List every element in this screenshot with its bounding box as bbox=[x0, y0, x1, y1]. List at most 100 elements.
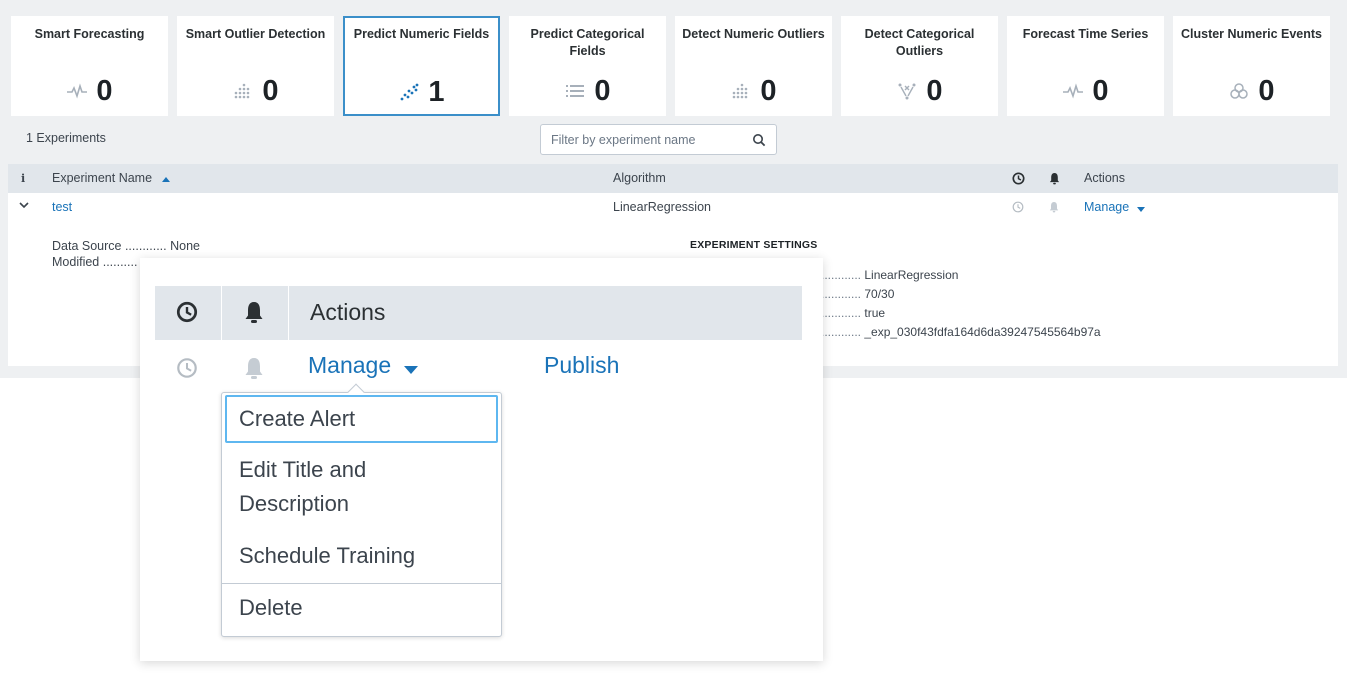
actions-column-header: Actions bbox=[310, 299, 386, 325]
data-source-value: None bbox=[170, 239, 201, 253]
tile-count: 1 bbox=[428, 76, 445, 108]
tile-title: Cluster Numeric Events bbox=[1180, 27, 1323, 41]
caret-down-icon bbox=[1136, 201, 1145, 215]
experiment-name-link[interactable]: test bbox=[52, 200, 72, 214]
experiment-settings-list: ............ LinearRegression ..........… bbox=[821, 266, 1101, 342]
setting-value: _exp_030f43fdfa164d6da39247545564b97a bbox=[864, 325, 1101, 339]
tile-count: 0 bbox=[1258, 75, 1275, 107]
column-header-experiment-name[interactable]: Experiment Name bbox=[52, 171, 170, 186]
column-divider bbox=[288, 286, 289, 340]
menu-item-schedule-training[interactable]: Schedule Training bbox=[225, 539, 498, 573]
experiments-count: 1 Experiments bbox=[26, 131, 106, 145]
scatter-icon bbox=[398, 82, 420, 102]
caret-down-icon bbox=[403, 353, 418, 380]
setting-dots: ............ bbox=[821, 287, 862, 301]
publish-link[interactable]: Publish bbox=[544, 352, 619, 379]
sort-ascending-icon bbox=[161, 172, 170, 186]
tile-title: Predict Categorical Fields bbox=[530, 27, 645, 58]
list-icon bbox=[564, 81, 586, 101]
search-icon bbox=[752, 133, 766, 147]
menu-item-delete[interactable]: Delete bbox=[225, 591, 498, 625]
setting-row: ............ true bbox=[821, 304, 1101, 323]
experiment-settings-title: EXPERIMENT SETTINGS bbox=[690, 239, 818, 251]
tile-detect-categorical-outliers[interactable]: Detect Categorical Outliers 0 bbox=[841, 16, 998, 116]
tile-title: Detect Numeric Outliers bbox=[682, 27, 825, 41]
tile-count: 0 bbox=[594, 75, 611, 107]
tile-title: Predict Numeric Fields bbox=[353, 27, 490, 41]
setting-value: 70/30 bbox=[864, 287, 895, 301]
table-row: test LinearRegression Manage bbox=[8, 193, 1338, 223]
bell-icon[interactable] bbox=[1049, 201, 1059, 213]
setting-row: ............ LinearRegression bbox=[821, 266, 1101, 285]
chevron-down-icon[interactable] bbox=[19, 202, 29, 209]
setting-row: ............ _exp_030f43fdfa164d6da39247… bbox=[821, 323, 1101, 342]
tile-stat: 0 bbox=[676, 75, 831, 107]
info-column-header: i bbox=[21, 172, 26, 185]
bell-icon bbox=[1049, 172, 1060, 185]
pulse-icon bbox=[66, 81, 88, 101]
clock-icon[interactable] bbox=[1012, 201, 1024, 213]
tile-stat: 0 bbox=[12, 75, 167, 107]
tile-stat: 0 bbox=[842, 75, 997, 107]
manage-dropdown-menu: Create Alert Edit Title and Description … bbox=[221, 383, 502, 637]
tile-title: Forecast Time Series bbox=[1022, 27, 1149, 41]
pulse-icon bbox=[1062, 81, 1084, 101]
tile-predict-numeric-fields[interactable]: Predict Numeric Fields 1 bbox=[343, 16, 500, 116]
tile-cluster-numeric-events[interactable]: Cluster Numeric Events 0 bbox=[1173, 16, 1330, 116]
outlier-dots-icon bbox=[730, 81, 752, 101]
manage-label: Manage bbox=[308, 352, 392, 378]
tile-count: 0 bbox=[926, 75, 943, 107]
zoom-table-row: Manage Publish bbox=[155, 340, 802, 396]
experiment-type-tiles: Smart Forecasting 0 Smart Outlier Detect… bbox=[11, 16, 1341, 116]
tile-detect-numeric-outliers[interactable]: Detect Numeric Outliers 0 bbox=[675, 16, 832, 116]
column-header-actions: Actions bbox=[1084, 171, 1125, 185]
manage-dropdown[interactable]: Manage bbox=[308, 352, 418, 380]
menu-item-create-alert[interactable]: Create Alert bbox=[225, 395, 498, 443]
data-source-line: Data Source ............ None bbox=[52, 238, 200, 254]
column-header-label: Experiment Name bbox=[52, 171, 153, 185]
filter-input[interactable]: Filter by experiment name bbox=[540, 124, 777, 155]
outlier-dots-icon bbox=[232, 81, 254, 101]
column-header-algorithm[interactable]: Algorithm bbox=[613, 171, 666, 185]
tile-count: 0 bbox=[1092, 75, 1109, 107]
tile-count: 0 bbox=[262, 75, 279, 107]
clock-icon bbox=[176, 301, 198, 328]
column-divider bbox=[221, 286, 222, 340]
setting-dots: ............ bbox=[821, 268, 862, 282]
setting-value: true bbox=[864, 306, 886, 320]
tile-count: 0 bbox=[96, 75, 113, 107]
bell-icon bbox=[244, 300, 264, 329]
tile-stat: 0 bbox=[1008, 75, 1163, 107]
tile-smart-outlier-detection[interactable]: Smart Outlier Detection 0 bbox=[177, 16, 334, 116]
bell-icon[interactable] bbox=[244, 356, 264, 385]
cluster-icon bbox=[1228, 81, 1250, 101]
setting-dots: ............ bbox=[821, 306, 862, 320]
menu-item-edit-title-description[interactable]: Edit Title and Description bbox=[225, 453, 425, 521]
table-header: i Experiment Name Algorithm Actions bbox=[8, 164, 1338, 193]
tile-count: 0 bbox=[760, 75, 777, 107]
tile-stat: 0 bbox=[1174, 75, 1329, 107]
setting-row: ............ 70/30 bbox=[821, 285, 1101, 304]
categorical-outlier-icon bbox=[896, 81, 918, 101]
manage-label: Manage bbox=[1084, 200, 1130, 214]
tile-stat: 0 bbox=[178, 75, 333, 107]
tile-stat: 0 bbox=[510, 75, 665, 107]
setting-dots: ............ bbox=[821, 325, 862, 339]
zoom-table-header: Actions bbox=[155, 286, 802, 340]
modified-label: Modified .......... bbox=[52, 255, 138, 269]
tile-title: Smart Forecasting bbox=[34, 27, 145, 41]
manage-dropdown[interactable]: Manage bbox=[1084, 200, 1145, 215]
clock-icon bbox=[1012, 172, 1025, 185]
menu-divider bbox=[222, 583, 501, 584]
algorithm-value: LinearRegression bbox=[613, 200, 711, 214]
setting-value: LinearRegression bbox=[864, 268, 959, 282]
tile-smart-forecasting[interactable]: Smart Forecasting 0 bbox=[11, 16, 168, 116]
zoomed-actions-callout: Actions Manage Publish Create Alert Edit… bbox=[140, 258, 823, 661]
tile-predict-categorical-fields[interactable]: Predict Categorical Fields 0 bbox=[509, 16, 666, 116]
tile-forecast-time-series[interactable]: Forecast Time Series 0 bbox=[1007, 16, 1164, 116]
tile-stat: 1 bbox=[345, 76, 498, 108]
clock-icon[interactable] bbox=[176, 357, 198, 384]
tile-title: Detect Categorical Outliers bbox=[864, 27, 975, 58]
filter-placeholder: Filter by experiment name bbox=[551, 132, 696, 147]
data-source-label: Data Source ............ bbox=[52, 239, 167, 253]
